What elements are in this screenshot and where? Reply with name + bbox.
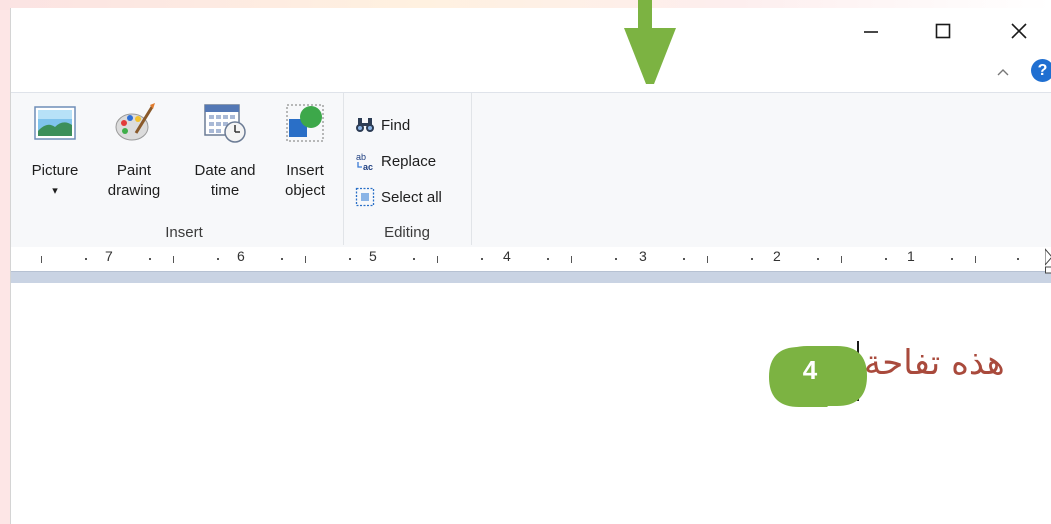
ruler-number-3: 3 [639, 248, 647, 264]
ruler-number-4: 4 [503, 248, 511, 264]
replace-button[interactable]: ab ac Replace [355, 147, 436, 175]
find-label: Find [381, 116, 411, 134]
insert-object-button[interactable]: Insert object [275, 101, 335, 201]
ruler-tick [841, 256, 842, 263]
ruler-number-6: 6 [237, 248, 245, 264]
ruler-tick [975, 256, 976, 263]
ruler-dot [751, 258, 753, 260]
paint-label-line2: drawing [107, 182, 161, 199]
document-area[interactable]: هذه تفاحة 4 [11, 283, 1051, 524]
picture-dropdown-arrow[interactable]: ▾ [29, 181, 81, 201]
ruler-dot [281, 258, 283, 260]
ruler-number-7: 7 [105, 248, 113, 264]
replace-icon: ab ac [356, 152, 373, 171]
ribbon: Picture ▾ Paint drawing Date and time In… [11, 92, 1051, 248]
svg-text:ac: ac [363, 162, 373, 171]
close-button[interactable] [999, 16, 1039, 46]
minimize-button[interactable] [851, 16, 891, 46]
ruler-tick [571, 256, 572, 263]
date-and-time-button[interactable]: Date and time [185, 101, 265, 201]
maximize-icon [935, 23, 951, 39]
date-time-label-line1: Date and [194, 162, 256, 179]
ruler-dot [951, 258, 953, 260]
svg-text:ab: ab [356, 152, 366, 162]
collapse-ribbon-icon[interactable] [995, 64, 1011, 80]
ruler-dot [547, 258, 549, 260]
picture-icon [34, 106, 76, 140]
insert-object-label-line2: object [284, 182, 326, 199]
ruler-tick [41, 256, 42, 263]
paint-drawing-button[interactable]: Paint drawing [99, 101, 169, 201]
ruler-dot [217, 258, 219, 260]
picture-label-line1: Picture [31, 162, 79, 179]
document-text[interactable]: هذه تفاحة [864, 343, 1005, 383]
editing-group-label: Editing [384, 224, 430, 241]
find-button[interactable]: Find [355, 111, 410, 139]
ruler-dot [1017, 258, 1019, 260]
ruler-dot [481, 258, 483, 260]
paint-label-line1: Paint [116, 162, 152, 179]
replace-label: Replace [381, 152, 437, 170]
date-time-label-line2: time [210, 182, 240, 199]
down-arrow-icon [624, 0, 676, 84]
paint-drawing-icon [115, 103, 155, 141]
ruler-tick [437, 256, 438, 263]
ruler-tick [707, 256, 708, 263]
insert-group-label: Insert [165, 224, 203, 241]
ruler-dot [413, 258, 415, 260]
ruler-dot [817, 258, 819, 260]
ruler-dot [885, 258, 887, 260]
ruler-number-1: 1 [907, 248, 915, 264]
step-number: 4 [802, 355, 818, 385]
calendar-clock-icon [204, 104, 246, 143]
minimize-icon [864, 31, 878, 33]
ruler-tick [305, 256, 306, 263]
title-bar [11, 8, 1051, 53]
ruler-dot [615, 258, 617, 260]
ruler[interactable]: 7 6 5 4 3 2 1 [11, 247, 1051, 283]
binoculars-icon [356, 118, 374, 132]
select-all-button[interactable]: Select all [355, 183, 442, 211]
select-all-label: Select all [381, 188, 442, 206]
ruler-dot [149, 258, 151, 260]
ruler-dot [683, 258, 685, 260]
close-icon [1011, 23, 1027, 39]
indent-marker-icon[interactable] [1045, 247, 1051, 275]
wordpad-window: ? Picture ▾ Paint drawing Date and time … [10, 8, 1051, 524]
ruler-dot [85, 258, 87, 260]
ribbon-header-row [11, 56, 1051, 92]
ruler-number-5: 5 [369, 248, 377, 264]
picture-button[interactable]: Picture ▾ [29, 101, 81, 201]
insert-group: Picture ▾ Paint drawing Date and time In… [25, 93, 344, 245]
ruler-dot [349, 258, 351, 260]
editing-group: Find ab ac Replace Select all Editing [343, 93, 472, 245]
help-icon[interactable]: ? [1031, 59, 1051, 82]
select-all-icon [355, 187, 375, 207]
maximize-button[interactable] [923, 16, 963, 46]
ruler-strip: 7 6 5 4 3 2 1 [11, 247, 1051, 275]
ruler-tick [173, 256, 174, 263]
ruler-number-2: 2 [773, 248, 781, 264]
insert-object-icon [286, 104, 324, 142]
insert-object-label-line1: Insert [286, 162, 324, 179]
